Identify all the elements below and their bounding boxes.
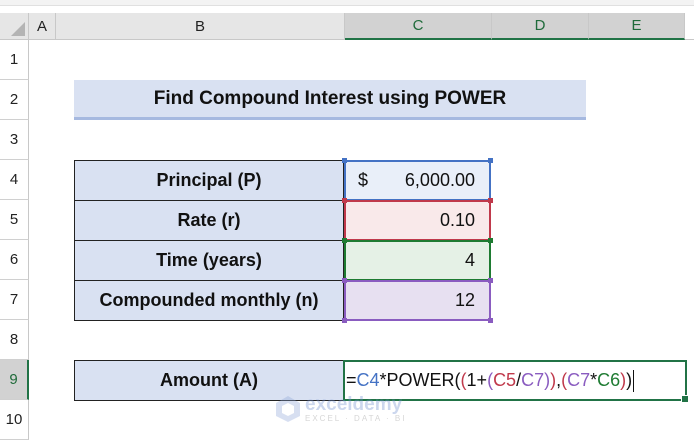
watermark-tagline: EXCEL · DATA · BI: [305, 413, 407, 423]
range-handle[interactable]: [488, 238, 493, 243]
select-all-button[interactable]: [0, 13, 29, 40]
row-header-9[interactable]: 9: [0, 360, 29, 400]
range-handle[interactable]: [488, 278, 493, 283]
row-header-8[interactable]: 8: [0, 320, 29, 360]
formula-token: C7: [567, 370, 591, 390]
column-header-e[interactable]: E: [589, 13, 685, 40]
row-header-6[interactable]: 6: [0, 240, 29, 280]
row-header-2[interactable]: 2: [0, 80, 29, 120]
row-header-10[interactable]: 10: [0, 400, 29, 440]
range-handle[interactable]: [342, 238, 347, 243]
value-text: 0.10: [439, 210, 475, 230]
range-handle[interactable]: [488, 318, 493, 323]
value-text: 6,000.00: [404, 170, 475, 190]
value-text: 4: [464, 250, 475, 270]
value-text: 12: [454, 290, 475, 310]
value-cell[interactable]: $6,000.00: [342, 158, 493, 203]
value-cell[interactable]: 0.10: [342, 198, 493, 243]
label-cell[interactable]: Principal (P): [74, 160, 344, 201]
row-header-5[interactable]: 5: [0, 200, 29, 240]
column-header-d[interactable]: D: [492, 13, 589, 40]
fill-handle[interactable]: [681, 395, 689, 403]
toolbar-strip: [0, 0, 694, 6]
watermark: exceldemy EXCEL · DATA · BI: [275, 395, 406, 423]
value-cell[interactable]: 12: [342, 278, 493, 323]
range-handle[interactable]: [342, 278, 347, 283]
range-handle[interactable]: [342, 318, 347, 323]
watermark-name: exceldemy: [305, 393, 403, 415]
label-cell[interactable]: Time (years): [74, 240, 344, 281]
column-header-b[interactable]: B: [56, 13, 345, 40]
column-header-c[interactable]: C: [345, 13, 492, 40]
formula-text: =C4*POWER((1+(C5/C7)),(C7*C6)): [346, 370, 632, 391]
title-cell[interactable]: Find Compound Interest using POWER: [74, 80, 586, 120]
range-handle[interactable]: [342, 198, 347, 203]
formula-token: =: [346, 370, 357, 390]
value-cell[interactable]: 4: [342, 238, 493, 283]
range-handle[interactable]: [488, 198, 493, 203]
formula-token: ): [626, 370, 633, 390]
text-cursor: [633, 369, 635, 392]
exceldemy-logo-icon: [276, 396, 300, 422]
formula-token: C7: [521, 370, 545, 390]
row-header-4[interactable]: 4: [0, 160, 29, 200]
range-handle[interactable]: [342, 158, 347, 163]
formula-token: 1+: [466, 370, 488, 390]
formula-token: C4: [356, 370, 380, 390]
select-all-icon: [11, 22, 25, 36]
label-cell[interactable]: Compounded monthly (n): [74, 280, 344, 321]
row-header-3[interactable]: 3: [0, 120, 29, 160]
formula-token: C6: [597, 370, 621, 390]
formula-token: *POWER(: [379, 370, 461, 390]
range-handle[interactable]: [488, 158, 493, 163]
column-header-a[interactable]: A: [29, 13, 56, 40]
currency-symbol: $: [358, 170, 369, 190]
row-header-1[interactable]: 1: [0, 40, 29, 80]
row-header-7[interactable]: 7: [0, 280, 29, 320]
formula-token: C5: [493, 370, 517, 390]
label-cell[interactable]: Rate (r): [74, 200, 344, 241]
